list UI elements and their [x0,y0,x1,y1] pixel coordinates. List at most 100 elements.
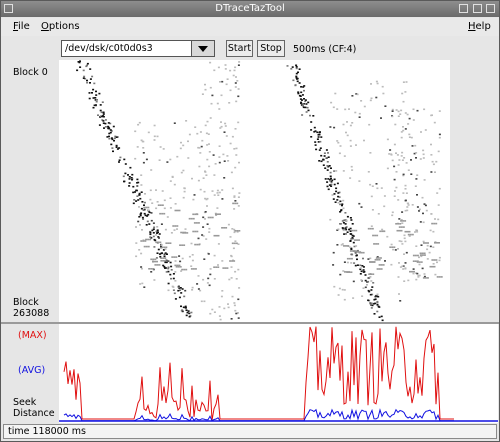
io-block-dot [412,119,415,121]
io-block-dot [403,253,405,255]
io-block-dot [396,154,399,156]
io-block-dot [433,265,436,268]
io-block-dot [226,155,229,157]
io-block-dot [430,213,433,215]
io-block-dot [324,178,327,180]
io-block-dot [414,254,417,257]
io-block-dot [357,251,360,253]
io-block-dot [145,238,148,241]
io-block-dot [362,269,365,271]
io-block-dot [158,233,161,235]
menu-file[interactable]: File [13,21,30,32]
io-block-dot [134,191,136,193]
io-block-dot [167,282,170,285]
io-block-dot [333,193,336,195]
io-block-dot [100,111,103,114]
io-block-dot [405,192,408,194]
io-block-dot [402,192,405,194]
io-block-dot [194,126,197,128]
io-block-dot [337,228,340,231]
io-block-dot [149,238,152,241]
plot-side-margin [450,60,498,322]
io-block-dot [167,289,170,292]
maximize-icon[interactable] [473,4,482,13]
io-block-dot [424,277,427,279]
io-block-dot [436,276,439,278]
io-block-dot [199,188,202,191]
io-block-dot [179,147,182,150]
io-block-dot [435,160,438,163]
io-block-dot [185,309,188,311]
device-dropdown-button[interactable] [191,41,214,56]
io-block-dot [192,213,195,216]
io-block-dot [177,289,180,292]
io-block-dot [221,189,224,191]
seek-distance-plot [59,324,498,423]
io-block-dot [414,260,417,262]
io-block-dot [339,145,342,147]
io-block-dot [394,190,396,192]
io-block-dot [367,171,370,173]
io-block-dot [138,206,140,208]
io-block-dot [166,161,169,163]
io-block-dot [86,79,88,82]
io-block-dot [416,109,419,112]
io-block-dot [200,300,203,303]
menu-help[interactable]: Help [468,21,491,32]
io-block-dot [422,240,425,243]
io-block-dot [177,286,180,289]
device-select[interactable]: /dev/dsk/c0t0d0s3 [61,40,215,57]
io-block-dot [159,255,162,258]
io-block-dot [406,206,409,208]
io-block-dot [143,245,146,248]
menu-options[interactable]: Options [41,21,80,32]
io-block-dot [335,170,338,172]
io-block-dot [341,204,343,207]
io-block-dot [204,83,206,86]
io-block-dot [220,94,223,97]
io-block-dot [102,113,105,115]
start-button[interactable]: Start [226,40,253,57]
io-block-dot [370,302,373,305]
io-block-dot [206,144,209,146]
io-block-dot [153,139,156,141]
io-block-dot [301,104,304,107]
close-icon[interactable] [486,4,495,13]
io-block-dot [158,264,161,266]
io-block-dot [180,309,183,312]
io-block-dot [342,170,345,172]
io-block-dot [197,222,200,224]
io-block-dot [155,241,158,244]
io-block-dot [145,224,148,226]
io-block-dot [194,213,197,216]
io-block-dot [220,295,223,298]
io-block-dot [421,267,424,270]
minimize-icon[interactable] [459,4,468,13]
io-block-dot [182,306,185,309]
io-block-dot [423,273,426,275]
io-block-dot [416,174,419,176]
io-block-dot [185,120,188,122]
io-block-dot [359,251,362,253]
io-block-dot [213,234,216,237]
io-block-dot [150,169,153,171]
io-block-dot [438,110,441,112]
io-block-dot [150,219,153,222]
io-block-dot [207,253,210,255]
io-block-dot [143,206,146,209]
io-block-dot [188,312,191,315]
stop-button[interactable]: Stop [257,40,285,57]
io-block-dot [402,126,404,128]
io-block-dot [351,122,354,124]
io-block-dot [191,177,193,180]
io-block-dot [157,204,160,206]
io-block-dot [196,230,199,233]
io-block-dot [410,159,412,161]
io-block-dot [233,242,236,245]
io-block-dot [204,197,207,200]
window-menu-icon[interactable] [4,4,13,13]
io-block-dot [216,207,219,209]
io-block-dot [350,233,353,235]
io-block-dot [384,260,386,262]
io-block-dot [381,230,384,233]
